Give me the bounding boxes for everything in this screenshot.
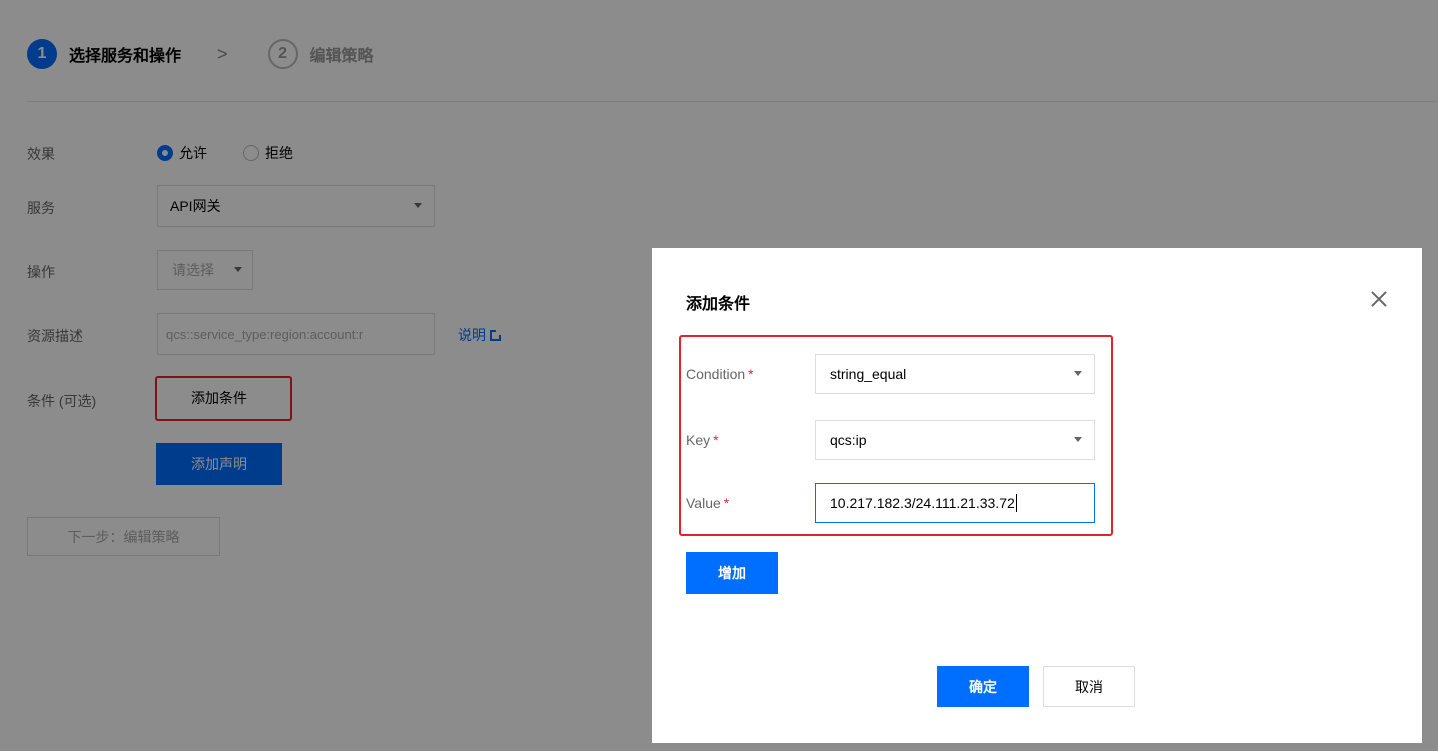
key-select[interactable]: qcs:ip bbox=[815, 420, 1095, 460]
required-mark: * bbox=[723, 495, 730, 511]
condition-label-text: Condition bbox=[686, 366, 746, 382]
value-label-text: Value bbox=[686, 495, 721, 511]
add-condition-dialog: 添加条件 Condition * string_equal Key * qcs:ip… bbox=[652, 248, 1422, 743]
close-icon[interactable] bbox=[1370, 290, 1388, 308]
add-button[interactable]: 增加 bbox=[686, 552, 778, 594]
condition-field-label: Condition * bbox=[686, 366, 754, 382]
confirm-button[interactable]: 确定 bbox=[937, 666, 1029, 707]
caret-down-icon bbox=[1074, 371, 1082, 376]
condition-value: string_equal bbox=[830, 366, 907, 382]
value-text: 10.217.182.3/24.111.21.33.72 bbox=[830, 495, 1015, 511]
condition-select[interactable]: string_equal bbox=[815, 354, 1095, 394]
key-field-label: Key * bbox=[686, 432, 719, 448]
required-mark: * bbox=[748, 366, 754, 382]
value-input[interactable]: 10.217.182.3/24.111.21.33.72 bbox=[815, 483, 1095, 523]
cancel-button[interactable]: 取消 bbox=[1043, 666, 1135, 707]
text-cursor bbox=[1015, 494, 1017, 512]
key-label-text: Key bbox=[686, 432, 711, 448]
required-mark: * bbox=[713, 432, 719, 448]
caret-down-icon bbox=[1074, 437, 1082, 442]
dialog-title: 添加条件 bbox=[686, 296, 751, 313]
value-field-label: Value * bbox=[686, 495, 729, 511]
key-value: qcs:ip bbox=[830, 432, 867, 448]
